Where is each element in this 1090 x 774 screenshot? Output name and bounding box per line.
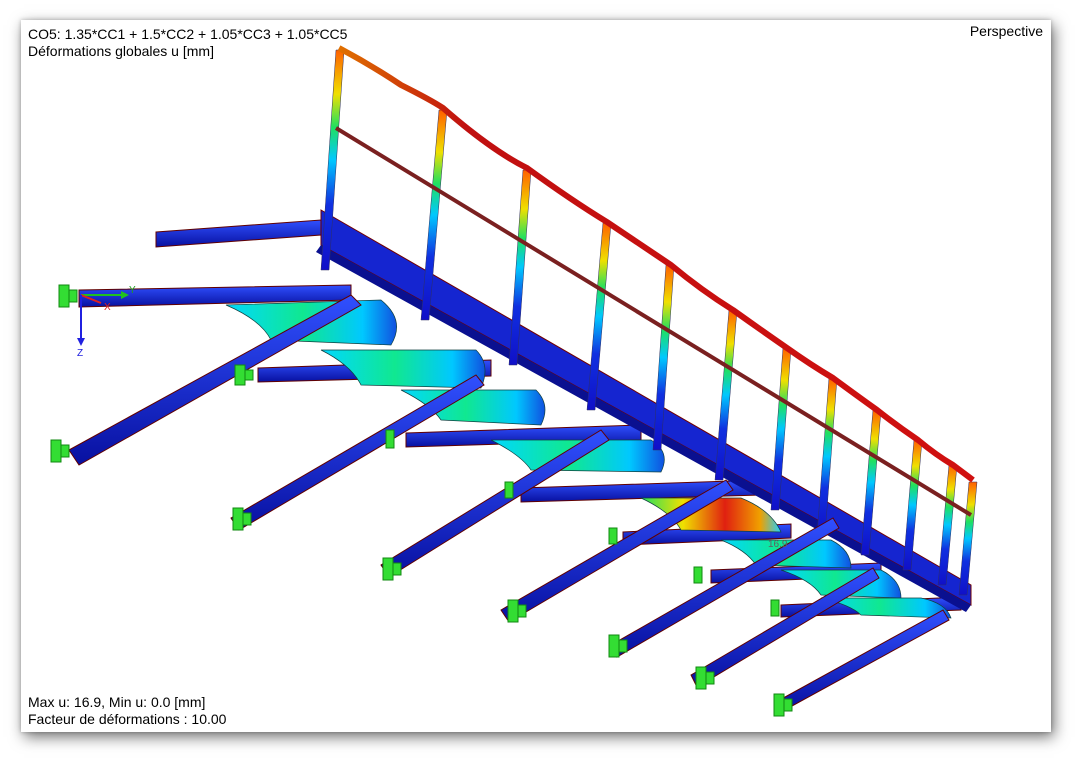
view-mode-label: Perspective	[969, 23, 1043, 39]
axis-x-label: X	[104, 302, 111, 313]
structure-model[interactable]: Y X Z 16.9	[21, 20, 1051, 732]
max-value-label: 16.9	[768, 539, 788, 550]
result-type-label: Déformations globales u [mm]	[28, 43, 214, 59]
load-combination-label: CO5: 1.35*CC1 + 1.5*CC2 + 1.05*CC3 + 1.0…	[28, 26, 348, 42]
3d-viewport[interactable]: Y X Z 16.9 CO5: 1.35*CC1 + 1.5*CC2 + 1.0…	[21, 20, 1051, 732]
axis-y-label: Y	[129, 285, 136, 296]
axis-z-label: Z	[77, 348, 83, 359]
railing-posts	[320, 49, 978, 596]
max-min-label: Max u: 16.9, Min u: 0.0 [mm]	[28, 694, 206, 710]
deformation-factor-label: Facteur de déformations : 10.00	[28, 711, 227, 727]
